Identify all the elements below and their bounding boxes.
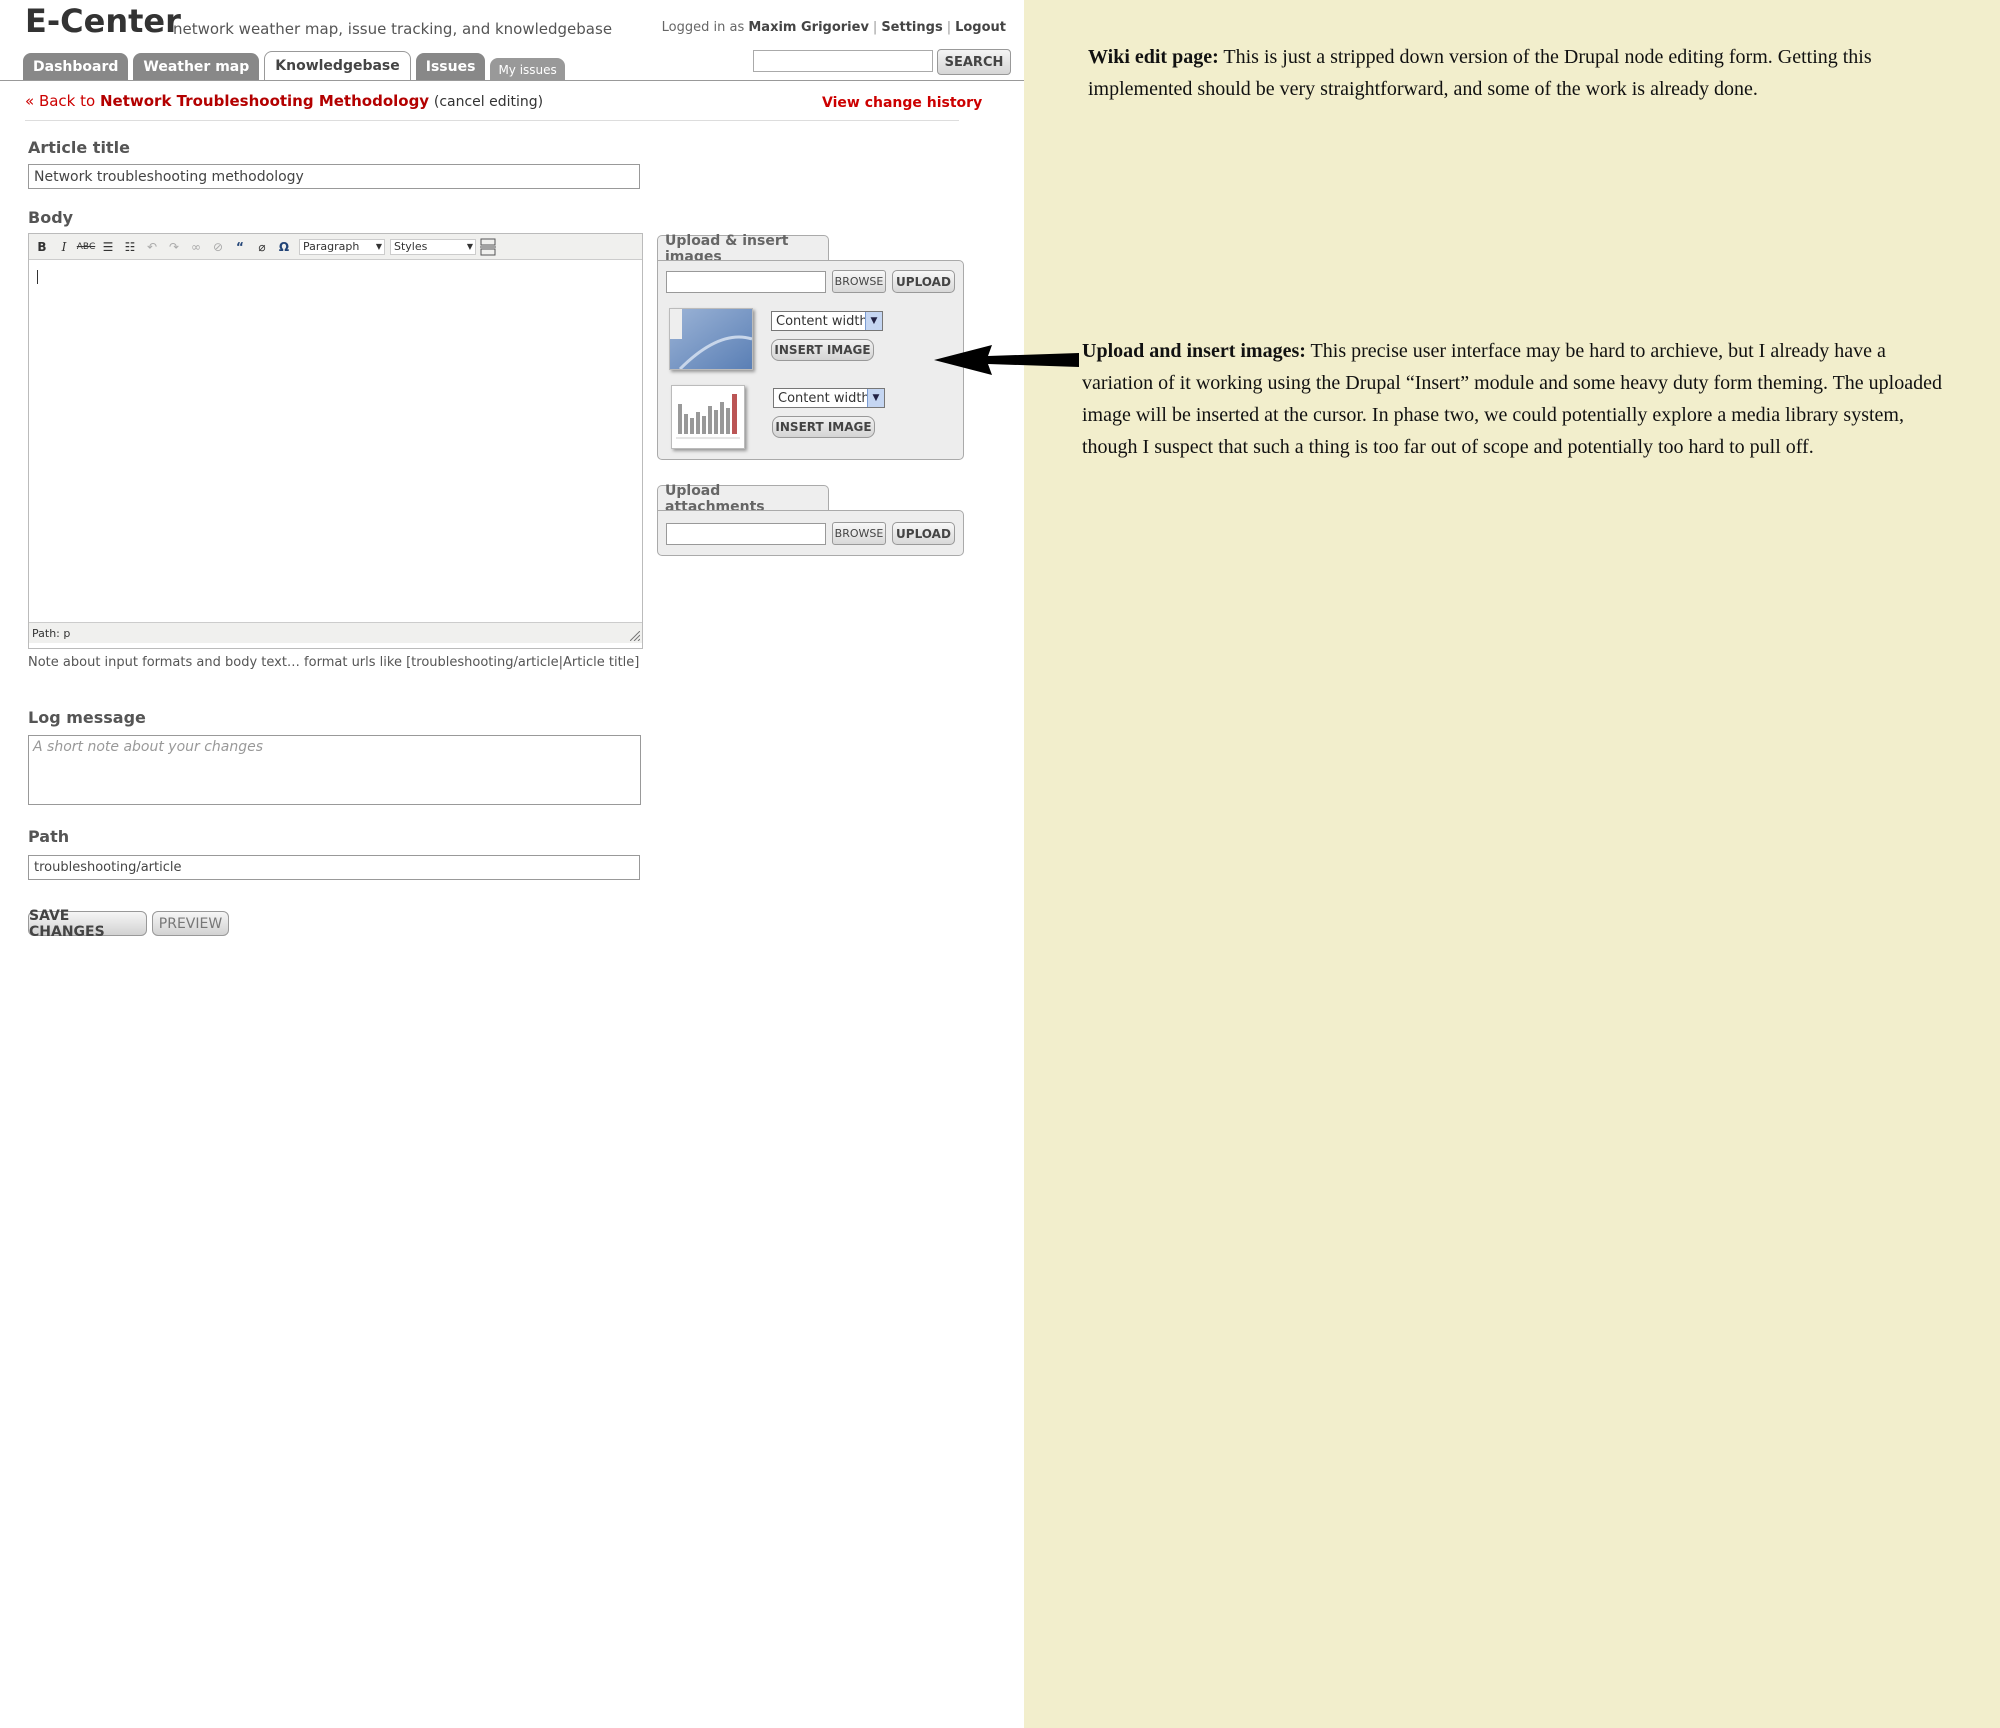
brand-logo[interactable]: E-Center <box>25 2 181 40</box>
editor-status-bar: Path: p <box>29 622 642 643</box>
remove-format-icon[interactable]: ⌀ <box>252 237 272 257</box>
wiki-edit-app: E-Center network weather map, issue trac… <box>0 0 1024 1728</box>
chevron-down-icon: ▼ <box>867 389 884 407</box>
chevron-down-icon: ▼ <box>466 242 474 251</box>
path-label: Path <box>28 827 70 846</box>
strikethrough-icon[interactable]: ABC <box>76 237 96 257</box>
attachment-upload-button[interactable]: UPLOAD <box>892 522 955 545</box>
image-size-select[interactable]: Content width ▼ <box>773 388 885 408</box>
user-name-link[interactable]: Maxim Grigoriev <box>748 20 869 35</box>
image-size-value: Content width <box>776 313 868 329</box>
main-tabs: Dashboard Weather map Knowledgebase Issu… <box>23 51 565 81</box>
editor-toolbar: B I ABC ☰ ☷ ↶ ↷ ∞ ⊘ “ ⌀ Ω Paragraph ▼ St… <box>29 234 642 260</box>
breadcrumb-divider <box>25 120 959 121</box>
bullet-list-icon[interactable]: ☰ <box>98 237 118 257</box>
image-thumbnail <box>669 308 753 370</box>
path-input[interactable]: troubleshooting/article <box>28 855 640 880</box>
tab-issues[interactable]: Issues <box>415 53 486 80</box>
redo-icon[interactable]: ↷ <box>164 237 184 257</box>
insert-image-button[interactable]: INSERT IMAGE <box>772 416 875 438</box>
attachments-panel: BROWSE UPLOAD <box>657 510 964 556</box>
image-size-value: Content width <box>778 390 870 406</box>
tab-my-issues[interactable]: My issues <box>490 58 565 80</box>
body-label: Body <box>28 208 74 227</box>
header-divider <box>0 80 1024 81</box>
log-message-label: Log message <box>28 708 146 727</box>
note-upload-insert-images: Upload and insert images: This precise u… <box>1082 335 1948 463</box>
arrow-left-icon <box>934 345 1079 375</box>
numbered-list-icon[interactable]: ☷ <box>120 237 140 257</box>
link-icon[interactable]: ∞ <box>186 237 206 257</box>
image-browse-button[interactable]: BROWSE <box>832 270 886 293</box>
back-prefix[interactable]: « Back to <box>25 92 95 110</box>
blockquote-icon[interactable]: “ <box>230 237 250 257</box>
editor-path: Path: p <box>32 626 71 640</box>
undo-icon[interactable]: ↶ <box>142 237 162 257</box>
settings-link[interactable]: Settings <box>881 20 942 35</box>
note-wiki-edit-page: Wiki edit page: This is just a stripped … <box>1088 41 1948 105</box>
italic-icon[interactable]: I <box>54 237 74 257</box>
breadcrumb: « Back to Network Troubleshooting Method… <box>25 92 543 110</box>
logout-link[interactable]: Logout <box>955 20 1006 35</box>
annotation-panel: Wiki edit page: This is just a stripped … <box>934 0 2000 1728</box>
chevron-down-icon: ▼ <box>375 242 383 251</box>
resize-grip-icon[interactable] <box>630 631 640 641</box>
special-char-icon[interactable]: Ω <box>274 237 294 257</box>
attachments-panel-tab: Upload attachments <box>657 483 829 515</box>
log-message-textarea[interactable]: A short note about your changes <box>28 735 641 805</box>
search-button[interactable]: SEARCH <box>937 49 1011 75</box>
article-title-input[interactable]: Network troubleshooting methodology <box>28 164 640 189</box>
attachment-file-input[interactable] <box>666 523 826 545</box>
attachment-browse-button[interactable]: BROWSE <box>832 522 886 545</box>
image-upload-button[interactable]: UPLOAD <box>892 270 955 293</box>
format-select-value: Paragraph <box>303 240 360 253</box>
image-size-select[interactable]: Content width ▼ <box>771 311 883 331</box>
tab-dashboard[interactable]: Dashboard <box>23 53 129 80</box>
back-article-link[interactable]: Network Troubleshooting Methodology <box>100 92 429 110</box>
images-panel-tab: Upload & insert images <box>657 233 829 265</box>
rich-text-editor: B I ABC ☰ ☷ ↶ ↷ ∞ ⊘ “ ⌀ Ω Paragraph ▼ St… <box>28 233 643 649</box>
search-input[interactable] <box>753 50 933 72</box>
article-title-label: Article title <box>28 138 130 157</box>
bold-icon[interactable]: B <box>32 237 52 257</box>
image-thumbnail <box>671 385 745 449</box>
insert-image-button[interactable]: INSERT IMAGE <box>771 339 874 361</box>
chevron-down-icon: ▼ <box>865 312 882 330</box>
note-heading: Upload and insert images: <box>1082 340 1306 362</box>
page-break-icon[interactable] <box>478 237 498 257</box>
note-heading: Wiki edit page: <box>1088 46 1219 68</box>
unlink-icon[interactable]: ⊘ <box>208 237 228 257</box>
format-select[interactable]: Paragraph ▼ <box>299 238 385 255</box>
save-changes-button[interactable]: SAVE CHANGES <box>28 908 147 940</box>
cancel-editing-link[interactable]: (cancel editing) <box>434 94 543 110</box>
user-bar: Logged in as Maxim Grigoriev | Settings | Lo… <box>661 20 1006 35</box>
tab-weather-map[interactable]: Weather map <box>133 53 260 80</box>
logged-in-prefix: Logged in as <box>661 20 745 35</box>
tab-knowledgebase[interactable]: Knowledgebase <box>264 51 411 81</box>
image-file-input[interactable] <box>666 271 826 293</box>
preview-button[interactable]: PREVIEW <box>152 911 229 936</box>
site-tagline: network weather map, issue tracking, and… <box>173 20 613 38</box>
editor-content-area[interactable] <box>29 260 642 622</box>
view-change-history-link[interactable]: View change history <box>822 95 982 111</box>
input-format-note: Note about input formats and body text… … <box>28 655 640 670</box>
styles-select[interactable]: Styles ▼ <box>390 238 476 255</box>
styles-select-value: Styles <box>394 240 428 253</box>
text-cursor <box>37 270 38 284</box>
images-panel: BROWSE UPLOAD Content width ▼ INSERT IMA… <box>657 260 964 460</box>
